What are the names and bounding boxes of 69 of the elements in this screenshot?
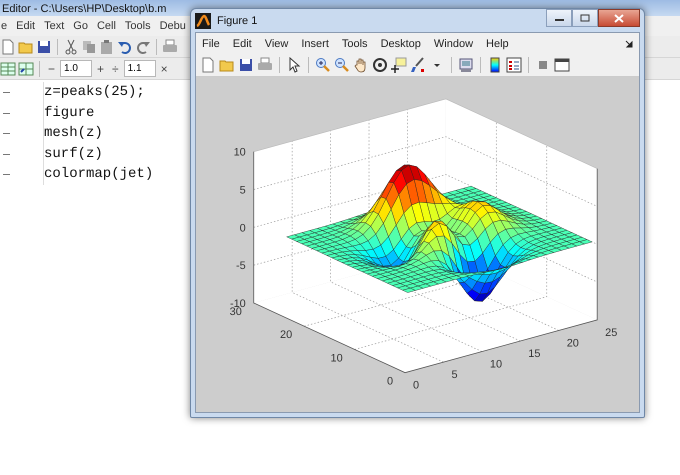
step-button[interactable]: −: [45, 62, 58, 76]
maximize-icon: [580, 14, 590, 22]
menu-item[interactable]: Desktop: [380, 38, 421, 50]
z-axis-tick-label: -5: [236, 260, 246, 272]
code-line: figure: [44, 104, 94, 120]
menu-item[interactable]: Tools: [124, 20, 151, 32]
menu-item[interactable]: Tools: [342, 38, 368, 50]
paste-icon[interactable]: [99, 38, 115, 54]
step-button[interactable]: ÷: [109, 62, 122, 76]
legend-icon[interactable]: [506, 57, 522, 73]
data-cursor-icon[interactable]: [391, 57, 407, 73]
print-icon[interactable]: [162, 38, 178, 54]
code-line: z=peaks(25);: [44, 84, 145, 100]
cell-grid-icon[interactable]: [0, 60, 16, 76]
code-line: surf(z): [44, 146, 103, 162]
menu-item[interactable]: Insert: [301, 38, 329, 50]
line-marker: [3, 92, 10, 93]
x-axis-tick-label: 0: [413, 380, 420, 392]
brush-icon[interactable]: [410, 57, 426, 73]
figure-logo-icon[interactable]: [195, 12, 211, 28]
window-title: Figure 1: [217, 14, 258, 26]
cell-insert-icon[interactable]: [18, 60, 34, 76]
y-axis-tick-label: 30: [230, 306, 242, 318]
line-marker: [3, 174, 10, 175]
window-title: Editor - C:\Users\HP\Desktop\b.m: [2, 3, 166, 16]
y-axis-tick-label: 0: [387, 376, 394, 388]
x-axis-tick-label: 10: [490, 358, 502, 370]
x-axis-tick-label: 5: [451, 369, 458, 382]
minimize-button[interactable]: [546, 9, 572, 27]
menu-item[interactable]: File: [202, 38, 220, 50]
z-axis-tick-label: 10: [234, 146, 246, 159]
menu-item[interactable]: Edit: [232, 38, 252, 50]
code-line: mesh(z): [44, 125, 103, 141]
zoom-in-icon[interactable]: [315, 57, 331, 73]
x-axis-tick-label: 15: [528, 348, 540, 360]
zoom-out-icon[interactable]: [334, 57, 350, 73]
step-button[interactable]: ×: [158, 62, 171, 76]
plot-tools-icon[interactable]: [458, 57, 474, 73]
menu-item[interactable]: Debu: [160, 20, 186, 32]
print-icon[interactable]: [257, 57, 273, 73]
menu-item[interactable]: Cell: [96, 20, 116, 32]
save-icon[interactable]: [238, 57, 254, 73]
new-file-icon[interactable]: [0, 38, 16, 54]
x-axis-tick-label: 25: [605, 326, 618, 339]
show-tools-icon[interactable]: [554, 57, 570, 73]
menu-item[interactable]: Help: [486, 38, 509, 50]
maximize-button[interactable]: [572, 9, 598, 27]
menu-item[interactable]: e: [1, 20, 8, 32]
y-axis-tick-label: 10: [330, 352, 343, 364]
menu-item[interactable]: Edit: [16, 20, 36, 32]
menu-item[interactable]: Go: [73, 20, 88, 32]
menu-item[interactable]: Text: [44, 20, 64, 32]
number-field[interactable]: 1.0: [60, 60, 92, 77]
close-button[interactable]: [598, 9, 640, 27]
line-marker: [3, 133, 10, 134]
number-field[interactable]: 1.1: [124, 60, 156, 77]
save-icon[interactable]: [36, 38, 52, 54]
dock-arrow-icon[interactable]: [625, 40, 633, 48]
menu-item[interactable]: View: [264, 38, 288, 50]
x-axis-tick-label: 20: [566, 337, 579, 350]
z-axis-tick-label: 5: [240, 184, 246, 196]
line-marker: [3, 112, 10, 114]
step-button[interactable]: +: [94, 62, 108, 76]
z-axis-tick-label: 0: [240, 222, 246, 234]
menu-item[interactable]: Window: [434, 38, 474, 50]
y-axis-tick-label: 20: [280, 329, 292, 342]
close-icon: [614, 14, 624, 22]
scissors-icon[interactable]: [63, 38, 79, 54]
code-line: colormap(jet): [44, 166, 154, 182]
